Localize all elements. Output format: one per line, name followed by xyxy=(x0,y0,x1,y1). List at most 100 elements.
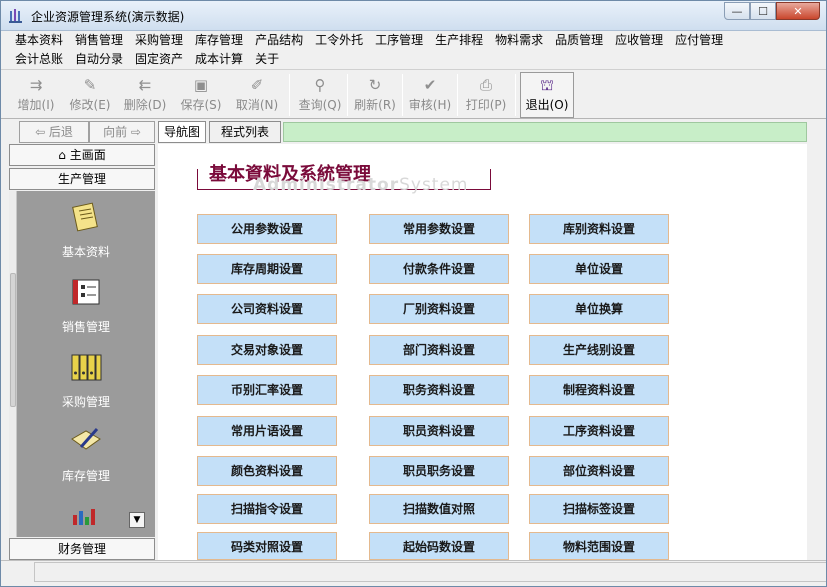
exit-label: 退出(O) xyxy=(525,98,569,112)
function-button[interactable]: 生产线别设置 xyxy=(529,335,669,365)
exit-button[interactable]: ⛫ 退出(O) xyxy=(520,72,574,118)
function-button[interactable]: 公司资料设置 xyxy=(197,294,337,324)
function-button[interactable]: 颜色资料设置 xyxy=(197,456,337,486)
menu-sales[interactable]: 销售管理 xyxy=(69,31,129,49)
sidebar-item-label: 库存管理 xyxy=(61,469,110,483)
add-label: 增加(I) xyxy=(17,98,55,112)
function-button[interactable]: 付款条件设置 xyxy=(369,254,509,284)
menu-quality[interactable]: 品质管理 xyxy=(549,31,609,49)
function-button[interactable]: 职务资料设置 xyxy=(369,375,509,405)
print-label: 打印(P) xyxy=(465,98,507,112)
toolbar-separator xyxy=(402,74,403,116)
sidebar-home-button[interactable]: ⌂ 主画面 xyxy=(9,144,155,166)
banner-subtitle-bold: Administrator xyxy=(253,175,400,195)
function-button[interactable]: 交易对象设置 xyxy=(197,335,337,365)
print-button[interactable]: ⎙ 打印(P) xyxy=(462,72,510,118)
delete-button[interactable]: ⇇ 删除(D) xyxy=(121,72,169,118)
sidebar-item-basic-data[interactable]: 基本资料 xyxy=(17,201,155,260)
edit-icon: ✎ xyxy=(83,76,97,94)
function-button[interactable]: 制程资料设置 xyxy=(529,375,669,405)
content-scrollbar[interactable] xyxy=(807,144,824,560)
menu-purchasing[interactable]: 采购管理 xyxy=(129,31,189,49)
tab-program-list[interactable]: 程式列表 xyxy=(209,121,281,143)
save-button[interactable]: ▣ 保存(S) xyxy=(177,72,225,118)
sidebar-item-label: 基本资料 xyxy=(61,245,110,259)
checklist-icon xyxy=(72,279,100,305)
add-icon: ⇉ xyxy=(29,76,43,94)
banner-subtitle-light: System xyxy=(399,175,469,195)
banner-subtitle: AdministratorSystem xyxy=(253,175,469,195)
sidebar-item-sales[interactable]: 销售管理 xyxy=(17,276,155,335)
edit-button[interactable]: ✎ 修改(E) xyxy=(67,72,113,118)
chart-icon xyxy=(73,509,95,525)
minimize-button[interactable]: — xyxy=(724,2,750,20)
menu-inventory[interactable]: 库存管理 xyxy=(189,31,249,49)
function-button[interactable]: 扫描指令设置 xyxy=(197,494,337,524)
function-button[interactable]: 起始码数设置 xyxy=(369,532,509,560)
refresh-button[interactable]: ↻ 刷新(R) xyxy=(351,72,399,118)
function-button[interactable]: 职员资料设置 xyxy=(369,416,509,446)
function-button[interactable]: 库别资料设置 xyxy=(529,214,669,244)
menu-fixed-assets[interactable]: 固定资产 xyxy=(129,50,189,68)
cancel-button[interactable]: ✐ 取消(N) xyxy=(233,72,281,118)
menu-receivables[interactable]: 应收管理 xyxy=(609,31,669,49)
sidebar-item-label: 采购管理 xyxy=(61,395,110,409)
binoculars-icon: ⚲ xyxy=(314,76,326,94)
menu-general-ledger[interactable]: 会计总账 xyxy=(9,50,69,68)
sidebar-scroll-thumb[interactable] xyxy=(10,273,16,407)
book-pen-icon xyxy=(71,428,101,450)
sidebar-group-production[interactable]: 生产管理 xyxy=(9,168,155,190)
maximize-button[interactable]: ☐ xyxy=(750,2,776,20)
menu-auto-entries[interactable]: 自动分录 xyxy=(69,50,129,68)
menu-mrp[interactable]: 物料需求 xyxy=(489,31,549,49)
sidebar-item-inventory[interactable]: 库存管理 xyxy=(17,425,155,484)
function-button[interactable]: 币别汇率设置 xyxy=(197,375,337,405)
close-button[interactable]: ✕ xyxy=(776,2,820,20)
save-icon: ▣ xyxy=(193,76,209,94)
sidebar-item-purchasing[interactable]: 采购管理 xyxy=(17,351,155,410)
tab-nav-map[interactable]: 导航图 xyxy=(158,121,206,143)
function-button[interactable]: 部门资料设置 xyxy=(369,335,509,365)
delete-label: 删除(D) xyxy=(123,98,167,112)
function-button[interactable]: 码类对照设置 xyxy=(197,532,337,560)
audit-button[interactable]: ✔ 审核(H) xyxy=(406,72,454,118)
function-button[interactable]: 工序资料设置 xyxy=(529,416,669,446)
binders-icon xyxy=(71,354,102,381)
menu-about[interactable]: 关于 xyxy=(249,50,285,68)
function-button[interactable]: 部位资料设置 xyxy=(529,456,669,486)
function-button[interactable]: 常用参数设置 xyxy=(369,214,509,244)
toolbar-separator xyxy=(347,74,348,116)
cancel-label: 取消(N) xyxy=(235,98,279,112)
menu-outsourcing[interactable]: 工令外托 xyxy=(309,31,369,49)
add-button[interactable]: ⇉ 增加(I) xyxy=(13,72,59,118)
function-button[interactable]: 库存周期设置 xyxy=(197,254,337,284)
function-button[interactable]: 常用片语设置 xyxy=(197,416,337,446)
toolbar-separator xyxy=(289,74,290,116)
menu-costing[interactable]: 成本计算 xyxy=(189,50,249,68)
query-label: 查询(Q) xyxy=(298,98,342,112)
edit-label: 修改(E) xyxy=(69,98,111,112)
function-button[interactable]: 职员职务设置 xyxy=(369,456,509,486)
back-button[interactable]: ⇦ 后退 xyxy=(19,121,89,143)
toolbar: ⇉ 增加(I) ✎ 修改(E) ⇇ 删除(D) ▣ 保存(S) ✐ 取消(N) … xyxy=(1,69,826,119)
menu-basic-data[interactable]: 基本资料 xyxy=(9,31,69,49)
query-button[interactable]: ⚲ 查询(Q) xyxy=(296,72,344,118)
function-button[interactable]: 公用参数设置 xyxy=(197,214,337,244)
forward-button[interactable]: 向前 ⇨ xyxy=(89,121,155,143)
function-button[interactable]: 物料范围设置 xyxy=(529,532,669,560)
function-button[interactable]: 厂别资料设置 xyxy=(369,294,509,324)
function-button[interactable]: 扫描数值对照 xyxy=(369,494,509,524)
menu-process[interactable]: 工序管理 xyxy=(369,31,429,49)
menu-payables[interactable]: 应付管理 xyxy=(669,31,729,49)
sidebar-dropdown-icon[interactable]: ▼ xyxy=(129,512,145,528)
app-logo-icon xyxy=(9,9,22,23)
function-button[interactable]: 单位换算 xyxy=(529,294,669,324)
status-panel xyxy=(34,562,826,582)
menu-row-1: 基本资料 销售管理 采购管理 库存管理 产品结构 工令外托 工序管理 生产排程 … xyxy=(9,31,729,49)
menu-bom[interactable]: 产品结构 xyxy=(249,31,309,49)
sidebar-group-finance[interactable]: 财务管理 xyxy=(9,538,155,560)
function-button[interactable]: 扫描标签设置 xyxy=(529,494,669,524)
function-button[interactable]: 单位设置 xyxy=(529,254,669,284)
refresh-icon: ↻ xyxy=(368,76,382,94)
menu-scheduling[interactable]: 生产排程 xyxy=(429,31,489,49)
